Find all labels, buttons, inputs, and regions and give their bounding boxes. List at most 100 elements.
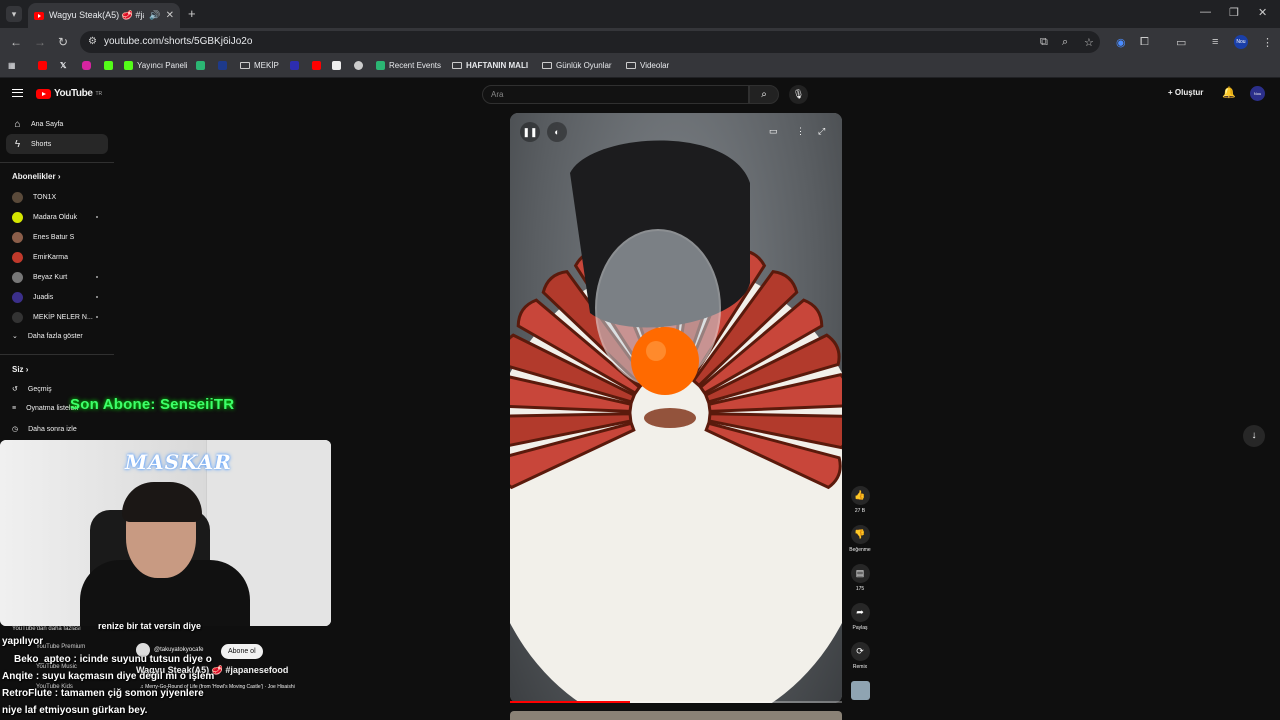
window-close-icon[interactable]: ✕ <box>1258 6 1267 19</box>
bookmark-circle[interactable] <box>354 61 363 70</box>
account-avatar[interactable]: Nou <box>1250 86 1265 101</box>
remix-button[interactable]: ⟳ Remix <box>846 642 874 670</box>
next-short-arrow-icon[interactable]: ↓ <box>1243 425 1265 447</box>
bookmark-folder-gunluk-oyunlar[interactable]: Günlük Oyunlar <box>542 61 612 70</box>
browser-menu-icon[interactable]: ⋮ <box>1262 36 1273 49</box>
create-button[interactable]: + Oluştur <box>1168 88 1203 97</box>
bookmark-yayinci-paneli[interactable]: Yayıncı Paneli <box>124 61 188 70</box>
video-progress-bar[interactable] <box>510 701 842 703</box>
youtube-play-icon <box>36 88 51 99</box>
media-control-icon[interactable]: ≡ <box>1212 36 1218 48</box>
install-icon[interactable]: ⧉ <box>1040 36 1048 49</box>
chevron-down-icon: ⌄ <box>12 333 18 340</box>
menu-icon[interactable] <box>12 89 23 97</box>
side-panel-icon[interactable]: ▭ <box>1176 36 1186 49</box>
share-button[interactable]: ➦ Paylaş <box>846 603 874 631</box>
tab-close-icon[interactable]: ✕ <box>166 10 174 21</box>
sound-thumbnail-image <box>850 681 870 700</box>
channel-name: Juadis <box>33 294 54 301</box>
restore-icon[interactable]: ❐ <box>1229 6 1239 19</box>
sound-thumbnail[interactable] <box>846 681 874 700</box>
address-bar[interactable]: ⚙ youtube.com/shorts/5GBKj6iJo2o <box>80 31 1100 53</box>
youtube-logo[interactable]: YouTube TR <box>36 88 102 99</box>
notifications-bell-icon[interactable]: 🔔 <box>1222 86 1236 99</box>
bookmark-folder-mekip[interactable]: MEKİP <box>240 61 279 70</box>
shorts-player[interactable]: ❚❚ ◐ ▭ ⋮ ⤢ <box>510 113 842 703</box>
youtube-favicon-icon <box>34 11 44 20</box>
like-button[interactable]: 👍 27 B <box>846 486 874 514</box>
sidebar-item-home[interactable]: ⌂ Ana Sayfa <box>6 114 108 134</box>
comments-button[interactable]: ▤ 175 <box>846 564 874 592</box>
bookmark-image[interactable] <box>332 61 341 70</box>
comment-count: 175 <box>855 586 865 592</box>
forward-icon[interactable]: → <box>34 35 46 49</box>
thumbs-down-icon: 👎 <box>850 525 870 544</box>
extension-icon[interactable]: ◉ <box>1116 36 1126 49</box>
bookmark-kick[interactable] <box>104 61 113 70</box>
bookmark-blue[interactable] <box>218 61 227 70</box>
bookmark-youtube-2[interactable] <box>312 61 321 70</box>
sidebar-item-shorts[interactable]: ϟ Shorts <box>6 134 108 154</box>
sidebar-item-label: Daha sonra izle <box>28 425 77 433</box>
bookmark-label: MEKİP <box>254 61 279 70</box>
pause-icon[interactable]: ❚❚ <box>520 122 540 142</box>
fullscreen-icon[interactable]: ⤢ <box>818 126 825 137</box>
tab-audio-icon[interactable]: 🔊 <box>149 10 160 21</box>
last-subscriber-overlay: Son Abone: SenseiiTR <box>70 396 235 413</box>
sidebar-sub-madara[interactable]: Madara Olduk <box>12 212 77 223</box>
back-icon[interactable]: ← <box>10 35 22 49</box>
search-icon: ⌕ <box>761 89 767 100</box>
voice-search-icon[interactable]: 🎙 <box>789 85 808 104</box>
sidebar-item-history[interactable]: ↺ Geçmiş <box>12 385 52 394</box>
you-header[interactable]: Siz › <box>12 365 28 374</box>
subscribe-button[interactable]: Abone ol <box>221 644 263 659</box>
bookmark-youtube[interactable] <box>38 61 47 70</box>
search-input[interactable]: Ara <box>482 85 749 104</box>
volume-icon[interactable]: ◐ <box>547 122 567 142</box>
apps-grid-icon[interactable]: ▦ <box>8 61 16 70</box>
minimize-icon[interactable]: — <box>1200 6 1211 18</box>
sidebar-item-watch-later[interactable]: ◷ Daha sonra izle <box>12 425 77 434</box>
sidebar-show-more[interactable]: ⌄ Daha fazla göster <box>12 332 83 341</box>
bookmark-green[interactable] <box>196 61 205 70</box>
subscriptions-header[interactable]: Abonelikler › <box>12 172 60 181</box>
bookmark-folder-videolar[interactable]: Videolar <box>626 61 669 70</box>
bookmark-label: Yayıncı Paneli <box>137 61 188 70</box>
sidebar-sub-enes[interactable]: Enes Batur S <box>12 232 74 243</box>
avatar <box>12 192 23 203</box>
browser-tab[interactable]: Wagyu Steak(A5) 🥩 #japan 🔊 ✕ <box>28 3 180 28</box>
reload-icon[interactable]: ↻ <box>58 35 68 49</box>
folder-icon <box>626 62 636 69</box>
bookmark-star-icon[interactable]: ☆ <box>1084 36 1094 49</box>
sidebar-sub-juadis[interactable]: Juadis <box>12 292 53 303</box>
chevron-right-icon: › <box>57 172 61 181</box>
video-progress-fill <box>510 701 630 703</box>
sidebar-item-premium[interactable]: YouTube Premium <box>36 644 85 650</box>
bookmark-instagram[interactable] <box>82 61 91 70</box>
next-short-preview[interactable] <box>510 711 842 720</box>
search-button[interactable]: ⌕ <box>749 85 779 104</box>
sidebar-sub-emirkarma[interactable]: EmirKarma <box>12 252 68 263</box>
captions-icon[interactable]: ▭ <box>769 126 778 137</box>
chat-message: Beko_apteo : icinde suyunu tutsun diye o <box>14 654 212 665</box>
bookmark-folder-haftanin-mali[interactable]: HAFTANIN MALI <box>452 61 528 70</box>
sidebar-sub-beyazkurt[interactable]: Beyaz Kurt <box>12 272 67 283</box>
bookmark-x-icon[interactable]: 𝕏 <box>60 61 66 70</box>
profile-avatar[interactable]: Nou <box>1234 35 1248 49</box>
dislike-button[interactable]: 👎 Beğenme <box>846 525 874 553</box>
sidebar-sub-mekip[interactable]: MEKİP NELER N... <box>12 312 93 323</box>
bookmark-purple[interactable] <box>290 61 299 70</box>
sidebar-item-playlists[interactable]: ≡ Oynatma listeleri <box>12 405 78 412</box>
extensions-puzzle-icon[interactable]: ⧠ <box>1140 36 1149 49</box>
tab-title: Wagyu Steak(A5) 🥩 #japan <box>48 10 144 20</box>
new-content-dot <box>96 296 98 298</box>
zoom-icon[interactable]: ⌕ <box>1062 36 1068 49</box>
more-options-icon[interactable]: ⋮ <box>796 126 805 137</box>
sidebar-sub-ton1x[interactable]: TON1X <box>12 192 56 203</box>
new-tab-button[interactable]: + <box>188 6 196 21</box>
tab-search-icon[interactable]: ▾ <box>6 6 22 22</box>
channel-name: EmirKarma <box>33 254 69 261</box>
site-info-icon[interactable]: ⚙ <box>88 36 97 47</box>
bookmark-recent-events[interactable]: Recent Events <box>376 61 441 70</box>
avatar <box>12 272 23 283</box>
